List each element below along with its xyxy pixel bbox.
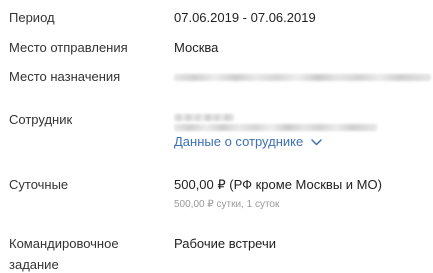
assignment-label-line1: Командировочное [9, 236, 119, 251]
employee-details-link-label: Данные о сотруднике [174, 134, 304, 149]
employee-label: Сотрудник [9, 112, 73, 127]
departure-value: Москва [174, 40, 219, 55]
assignment-label-line2: задание [9, 257, 59, 272]
per-diem-value: 500,00 ₽ (РФ кроме Москвы и МО) [174, 177, 382, 192]
employee-info-redacted [174, 124, 377, 131]
destination-label: Место назначения [9, 69, 121, 84]
assignment-value: Рабочие встречи [174, 236, 277, 251]
period-label: Период [9, 10, 55, 25]
per-diem-detail: 500,00 ₽ сутки, 1 суток [174, 199, 280, 210]
departure-label: Место отправления [9, 40, 128, 55]
per-diem-label: Суточные [9, 177, 69, 192]
destination-value-redacted [174, 74, 431, 81]
employee-details-link[interactable]: Данные о сотруднике [174, 134, 322, 150]
employee-name-redacted [174, 114, 234, 121]
period-value: 07.06.2019 - 07.06.2019 [174, 10, 316, 25]
chevron-down-icon [311, 138, 322, 145]
